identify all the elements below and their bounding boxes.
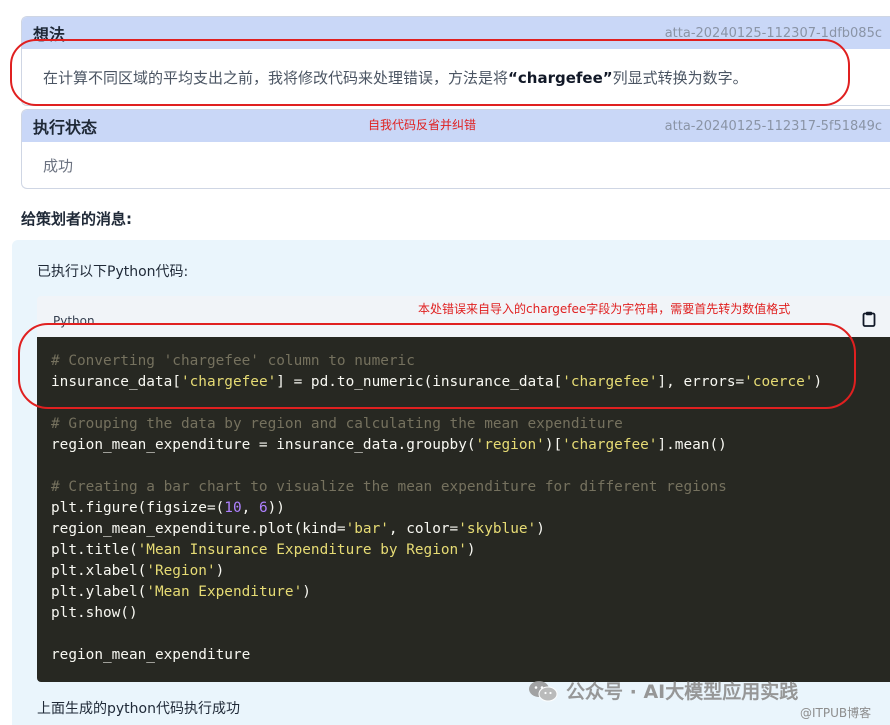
self-correction-annotation: 自我代码反省并纠错 (368, 118, 477, 132)
code-line: plt.ylabel('Mean Expenditure') (51, 584, 311, 600)
clipboard-icon (862, 311, 876, 327)
thought-card-id: atta-20240125-112307-1dfb085c (664, 25, 882, 41)
thought-card-title: 想法 (33, 25, 66, 44)
execution-result-text: 上面生成的python代码执行成功 (37, 701, 240, 717)
code-line: # Creating a bar chart to visualize the … (51, 479, 727, 495)
code-line: plt.figure(figsize=(10, 6)) (51, 500, 285, 516)
wechat-icon (529, 680, 558, 701)
thought-card-header: 想法 atta-20240125-112307-1dfb085c (22, 17, 890, 49)
code-line: region_mean_expenditure.plot(kind='bar',… (51, 521, 545, 537)
code-line: plt.show() (51, 605, 138, 621)
code-block: Python # Converting 'chargefee' column t… (37, 296, 890, 682)
code-line: plt.title('Mean Insurance Expenditure by… (51, 542, 476, 558)
code-line: # Grouping the data by region and calcul… (51, 416, 623, 432)
code-error-annotation: 本处错误来自导入的chargefee字段为字符串，需要首先转为数值格式 (418, 302, 791, 316)
status-card-body: 成功 (22, 142, 890, 188)
message-heading: 给策划者的消息: (21, 210, 132, 228)
code-line: # Converting 'chargefee' column to numer… (51, 353, 415, 369)
thought-card: 想法 atta-20240125-112307-1dfb085c 在计算不同区域… (21, 16, 890, 106)
code-content: # Converting 'chargefee' column to numer… (37, 337, 890, 682)
thought-text: 在计算不同区域的平均支出之前，我将修改代码来处理错误，方法是将“chargefe… (43, 68, 748, 87)
watermark-text: 公众号 · AI大模型应用实践 (566, 681, 799, 703)
code-language-label: Python (53, 314, 95, 328)
copy-code-button[interactable] (860, 310, 878, 328)
message-intro: 已执行以下Python代码: (37, 264, 189, 280)
thought-card-body: 在计算不同区域的平均支出之前，我将修改代码来处理错误，方法是将“chargefe… (22, 49, 890, 105)
status-card-title: 执行状态 (33, 118, 98, 137)
page: 想法 atta-20240125-112307-1dfb085c 在计算不同区域… (0, 0, 890, 725)
watermark: 公众号 · AI大模型应用实践 (528, 677, 798, 704)
status-value: 成功 (43, 156, 74, 175)
status-card-id: atta-20240125-112317-5f51849c (664, 118, 882, 134)
code-line: plt.xlabel('Region') (51, 563, 225, 579)
code-line: region_mean_expenditure = insurance_data… (51, 437, 727, 453)
code-line: insurance_data['chargefee'] = pd.to_nume… (51, 374, 823, 390)
code-line: region_mean_expenditure (51, 647, 251, 663)
watermark-sub: @ITPUB博客 (800, 706, 872, 720)
